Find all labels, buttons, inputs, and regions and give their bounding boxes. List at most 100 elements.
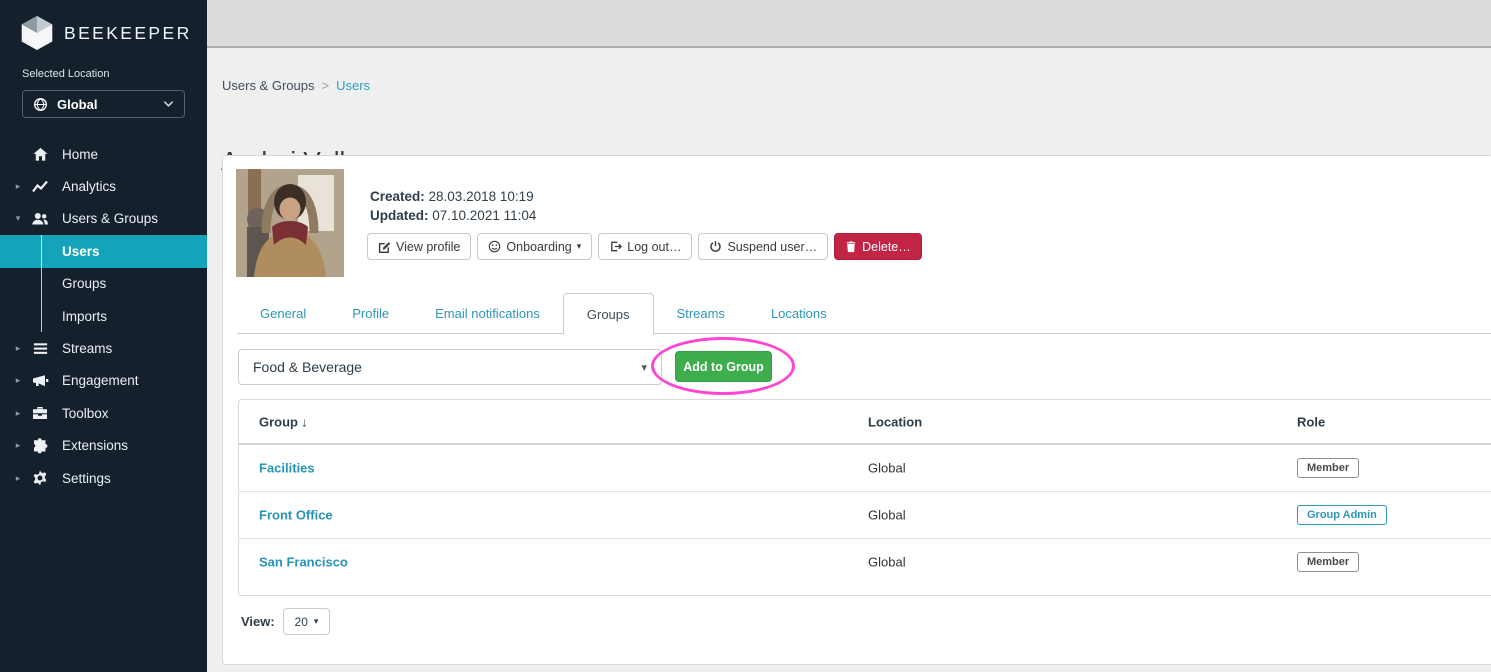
sidebar-subitem-users[interactable]: Users (0, 235, 207, 267)
role-badge[interactable]: Member (1297, 552, 1359, 572)
breadcrumb: Users & Groups > Users (222, 78, 370, 93)
chevron-right-icon[interactable]: ▸ (12, 408, 24, 419)
users-groups-icon (31, 210, 49, 228)
topbar (207, 0, 1491, 48)
sidebar-item-toolbox[interactable]: ▸ Toolbox (0, 397, 207, 429)
sidebar-item-label: Toolbox (62, 406, 109, 421)
delete-button[interactable]: Delete… (834, 233, 922, 260)
tab-profile[interactable]: Profile (329, 293, 412, 334)
chevron-down-icon[interactable]: ▾ (12, 213, 24, 224)
logo: BEEKEEPER (20, 14, 192, 52)
add-to-group-button[interactable]: Add to Group (675, 351, 772, 382)
table-row: Facilities Global Member (239, 445, 1491, 492)
breadcrumb-parent[interactable]: Users & Groups (222, 78, 314, 93)
edit-icon (378, 240, 391, 253)
group-select[interactable]: Food & Beverage ▾ (238, 349, 662, 385)
beekeeper-logo-icon (20, 14, 54, 52)
location-selector[interactable]: Global (22, 90, 185, 118)
sidebar-item-label: Streams (62, 341, 112, 356)
sidebar-subitem-imports[interactable]: Imports (0, 300, 207, 332)
page-size-value: 20 (295, 615, 308, 629)
group-link-facilities[interactable]: Facilities (259, 461, 315, 476)
created-value: 28.03.2018 10:19 (429, 189, 534, 204)
sidebar-item-label: Home (62, 147, 98, 162)
sidebar-item-home[interactable]: Home (0, 138, 207, 170)
chevron-down-icon (163, 100, 174, 108)
sort-desc-icon: ↓ (301, 414, 308, 429)
caret-down-icon: ▾ (314, 616, 319, 627)
chevron-right-icon[interactable]: ▸ (12, 343, 24, 354)
chevron-right-icon[interactable]: ▸ (12, 473, 24, 484)
sidebar-subitem-label: Imports (62, 309, 107, 324)
toolbox-icon (31, 404, 49, 422)
tab-locations[interactable]: Locations (748, 293, 850, 334)
chevron-right-icon[interactable]: ▸ (12, 440, 24, 451)
chevron-right-icon[interactable]: ▸ (12, 181, 24, 192)
sidebar-item-label: Extensions (62, 438, 128, 453)
breadcrumb-separator: > (321, 78, 329, 93)
onboarding-button[interactable]: Onboarding ▾ (477, 233, 592, 260)
user-detail-card: Created: 28.03.2018 10:19 Updated: 07.10… (222, 155, 1491, 665)
role-badge[interactable]: Member (1297, 458, 1359, 478)
table-row: Front Office Global Group Admin (239, 492, 1491, 539)
table-row: San Francisco Global Member (239, 539, 1491, 597)
user-meta: Created: 28.03.2018 10:19 Updated: 07.10… (370, 187, 536, 225)
delete-label: Delete… (862, 240, 911, 254)
sidebar-item-label: Settings (62, 471, 111, 486)
view-profile-label: View profile (396, 240, 460, 254)
tab-bar: General Profile Email notifications Grou… (237, 293, 850, 334)
location-cell: Global (868, 555, 906, 570)
sidebar-subitem-groups[interactable]: Groups (0, 268, 207, 300)
column-header-group[interactable]: Group↓ (259, 414, 308, 429)
table-header-row: Group↓ Location Role (239, 400, 1491, 445)
tab-streams[interactable]: Streams (654, 293, 748, 334)
suspend-user-button[interactable]: Suspend user… (698, 233, 828, 260)
sidebar-item-label: Analytics (62, 179, 116, 194)
group-link-san-francisco[interactable]: San Francisco (259, 555, 348, 570)
tab-email-notifications[interactable]: Email notifications (412, 293, 563, 334)
analytics-icon (31, 178, 49, 196)
updated-value: 07.10.2021 11:04 (432, 208, 536, 223)
sidebar-item-label: Users & Groups (62, 211, 158, 226)
tab-groups[interactable]: Groups (563, 293, 654, 334)
sidebar-item-label: Engagement (62, 373, 139, 388)
sidebar-item-engagement[interactable]: ▸ Engagement (0, 365, 207, 397)
selected-location-label: Selected Location (22, 68, 109, 80)
updated-line: Updated: 07.10.2021 11:04 (370, 206, 536, 225)
chevron-right-icon[interactable]: ▸ (12, 375, 24, 386)
globe-icon (33, 97, 48, 112)
engagement-icon (31, 372, 49, 390)
smiley-icon (488, 240, 501, 253)
column-header-role[interactable]: Role (1297, 414, 1325, 429)
log-out-button[interactable]: Log out… (598, 233, 692, 260)
caret-down-icon: ▾ (577, 241, 582, 252)
trash-icon (845, 240, 857, 253)
location-cell: Global (868, 461, 906, 476)
extensions-icon (31, 437, 49, 455)
sidebar-item-extensions[interactable]: ▸ Extensions (0, 430, 207, 462)
sidebar-item-users-groups[interactable]: ▾ Users & Groups (0, 203, 207, 235)
power-icon (709, 240, 722, 253)
tab-general[interactable]: General (237, 293, 329, 334)
caret-down-icon: ▾ (641, 361, 647, 374)
breadcrumb-current[interactable]: Users (336, 78, 370, 93)
page-size-select[interactable]: 20 ▾ (283, 608, 330, 635)
updated-label: Updated: (370, 208, 429, 223)
created-label: Created: (370, 189, 425, 204)
sidebar-item-settings[interactable]: ▸ Settings (0, 462, 207, 494)
logout-icon (609, 240, 622, 253)
streams-icon (31, 340, 49, 358)
group-link-front-office[interactable]: Front Office (259, 508, 333, 523)
onboarding-label: Onboarding (506, 240, 571, 254)
role-badge[interactable]: Group Admin (1297, 505, 1387, 525)
sidebar: BEEKEEPER Selected Location Global Home … (0, 0, 207, 672)
main-content: Users & Groups>Users Andrei Volkov Creat… (207, 50, 1491, 672)
settings-gear-icon (31, 469, 49, 487)
user-action-buttons: View profile Onboarding ▾ (367, 233, 922, 260)
column-header-location[interactable]: Location (868, 414, 922, 429)
groups-table: Group↓ Location Role Facilities Global M… (238, 399, 1491, 596)
suspend-user-label: Suspend user… (727, 240, 817, 254)
sidebar-item-streams[interactable]: ▸ Streams (0, 332, 207, 364)
view-profile-button[interactable]: View profile (367, 233, 471, 260)
sidebar-item-analytics[interactable]: ▸ Analytics (0, 170, 207, 202)
